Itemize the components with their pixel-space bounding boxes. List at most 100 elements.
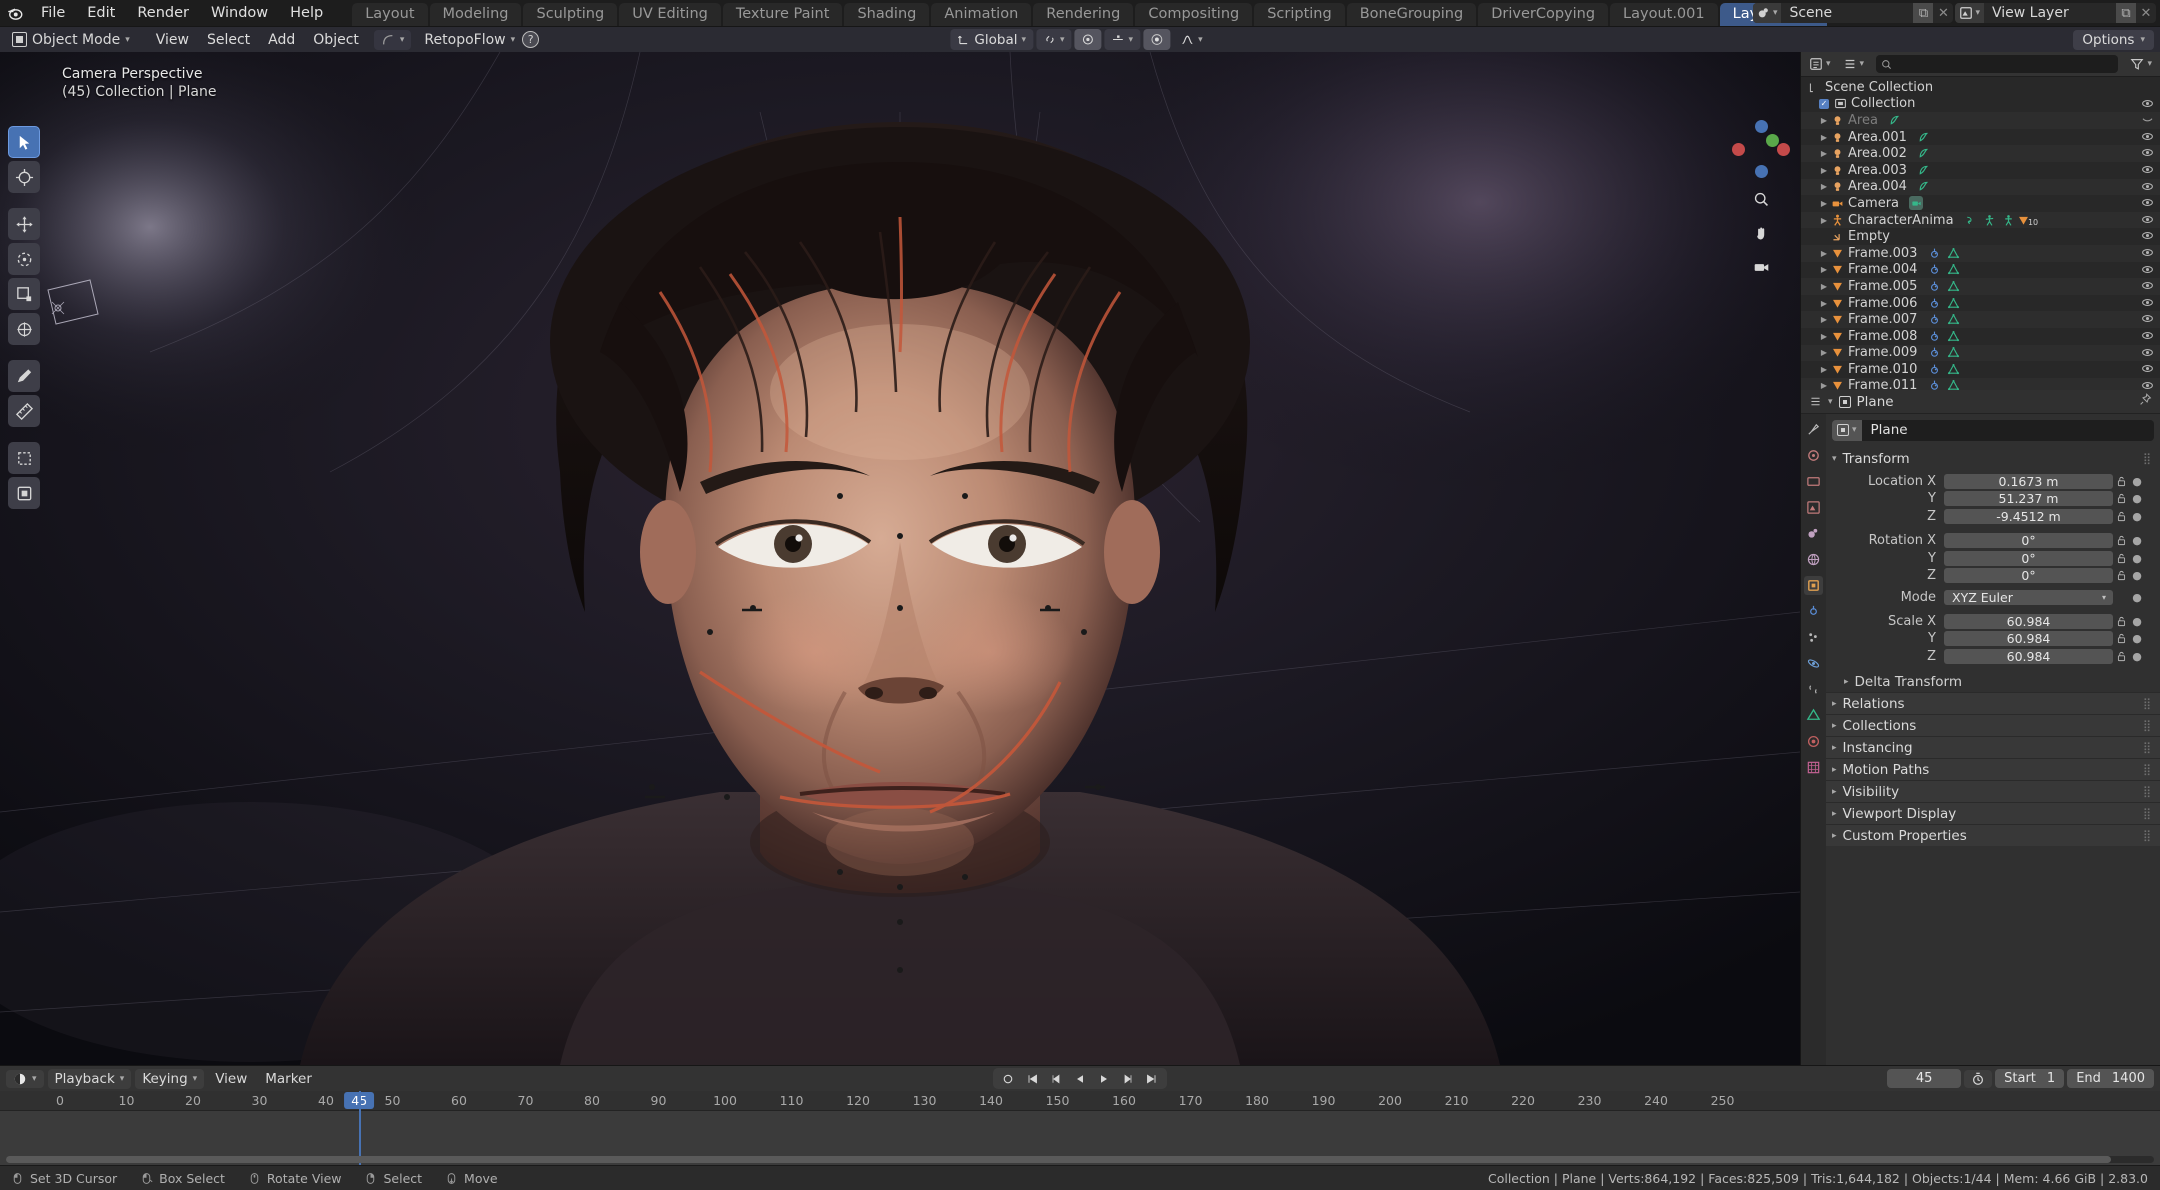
menu-edit[interactable]: Edit: [76, 2, 126, 24]
object-name-field[interactable]: Plane: [1862, 420, 2154, 441]
expand-triangle-icon[interactable]: ▶: [1818, 182, 1830, 191]
expand-triangle-icon[interactable]: ▶: [1818, 315, 1830, 324]
panel-drag-handle[interactable]: ⣿: [2143, 697, 2152, 710]
3d-viewport[interactable]: Camera Perspective (45) Collection | Pla…: [0, 52, 1800, 1065]
tool-tweak-select[interactable]: [8, 126, 40, 158]
scale-y-1-lock-icon[interactable]: [2113, 633, 2130, 644]
modifier-icon[interactable]: [1927, 279, 1941, 293]
axis-x-negative[interactable]: [1732, 143, 1745, 156]
constraint-icon[interactable]: [1964, 213, 1978, 227]
modifier-icon[interactable]: [1927, 313, 1941, 327]
panel-drag-handle[interactable]: ⣿: [2143, 719, 2152, 732]
transform-z-5-lock-icon[interactable]: [2113, 570, 2130, 581]
axis-z-negative[interactable]: [1755, 165, 1768, 178]
scale-y-1-field[interactable]: 60.984: [1944, 631, 2113, 646]
outliner-item-frame-011[interactable]: ▶Frame.011: [1801, 378, 2160, 390]
current-frame-field[interactable]: 45: [1887, 1069, 1961, 1088]
hide-in-viewport-toggle[interactable]: [2141, 296, 2154, 313]
panel-drag-handle[interactable]: ⣿: [2143, 763, 2152, 776]
tab-material[interactable]: [1804, 732, 1823, 751]
unlink-scene-icon[interactable]: ✕: [1933, 3, 1953, 23]
panel-drag-handle[interactable]: ⣿: [2143, 785, 2152, 798]
tool-transform[interactable]: [8, 313, 40, 345]
proportional-editing-circle-icon[interactable]: [1143, 29, 1170, 50]
panel-relations[interactable]: ▸Relations⣿: [1826, 692, 2160, 714]
transform-panel-header[interactable]: ▾ Transform ⣿: [1826, 448, 2160, 469]
menu-file[interactable]: File: [30, 2, 76, 24]
modifier-icon[interactable]: [1927, 379, 1941, 390]
outliner-item-area-003[interactable]: ▶Area.003: [1801, 162, 2160, 179]
outliner-item-characteranima[interactable]: ▶CharacterAnima10: [1801, 212, 2160, 229]
transform-y-4-animate-dot[interactable]: ●: [2130, 552, 2144, 565]
tool-measure[interactable]: [8, 395, 40, 427]
hide-in-viewport-toggle[interactable]: [2141, 196, 2154, 213]
transform-location-x-0-animate-dot[interactable]: ●: [2130, 475, 2144, 488]
light-data-icon[interactable]: [1917, 130, 1931, 144]
expand-triangle-icon[interactable]: ▶: [1818, 149, 1830, 158]
expand-triangle-icon[interactable]: ▶: [1818, 249, 1830, 258]
timeline-playback-menu[interactable]: Playback▾: [48, 1069, 132, 1089]
collection-checkbox[interactable]: ✓: [1819, 99, 1829, 109]
outliner-item-collection[interactable]: ✓Collection: [1801, 96, 2160, 113]
hide-in-viewport-toggle[interactable]: [2141, 379, 2154, 390]
panel-drag-handle[interactable]: ⣿: [2143, 452, 2152, 465]
animate-property-dot[interactable]: ●: [2130, 591, 2144, 604]
hide-in-viewport-toggle[interactable]: [2141, 213, 2154, 230]
scale-scale-x-0-animate-dot[interactable]: ●: [2130, 615, 2144, 628]
modifier-icon[interactable]: [1927, 362, 1941, 376]
scale-scale-x-0-field[interactable]: 60.984: [1944, 614, 2113, 629]
transform-rotation-x-3-lock-icon[interactable]: [2113, 535, 2130, 546]
play-button[interactable]: [1093, 1069, 1115, 1088]
object-datablock-icon[interactable]: ▾: [1832, 420, 1862, 441]
tab-tool[interactable]: [1804, 420, 1823, 439]
proportional-edit-toggle[interactable]: [1075, 29, 1102, 50]
workspace-tab-animation[interactable]: Animation: [931, 3, 1031, 26]
viewport-menu-object[interactable]: Object: [304, 30, 368, 50]
tool-extra[interactable]: [8, 477, 40, 509]
axis-x-positive[interactable]: [1777, 143, 1790, 156]
outliner-item-camera[interactable]: ▶Camera: [1801, 195, 2160, 212]
object-context-icon-dropdown[interactable]: ▾: [374, 30, 412, 50]
transform-orientation-selector[interactable]: Global ▾: [950, 29, 1033, 50]
panel-visibility[interactable]: ▸Visibility⣿: [1826, 780, 2160, 802]
mesh-data-icon[interactable]: [1946, 362, 1960, 376]
outliner-editor-type-icon[interactable]: ▾: [1805, 56, 1835, 72]
workspace-tab-texture-paint[interactable]: Texture Paint: [723, 3, 843, 26]
expand-triangle-icon[interactable]: ▶: [1818, 381, 1830, 390]
tab-modifiers[interactable]: [1804, 602, 1823, 621]
axis-z-positive[interactable]: [1755, 120, 1768, 133]
tab-particles[interactable]: [1804, 628, 1823, 647]
expand-triangle-icon[interactable]: ▶: [1818, 365, 1830, 374]
light-data-icon[interactable]: [1917, 180, 1931, 194]
hide-in-viewport-toggle[interactable]: [2141, 312, 2154, 329]
expand-triangle-icon[interactable]: ▶: [1818, 166, 1830, 175]
modifier-icon[interactable]: [1927, 246, 1941, 260]
viewport-menu-select[interactable]: Select: [198, 30, 259, 50]
timeline-track-area[interactable]: [0, 1111, 2160, 1165]
tool-cursor[interactable]: [8, 161, 40, 193]
tab-texture[interactable]: [1804, 758, 1823, 777]
outliner-item-frame-003[interactable]: ▶Frame.003: [1801, 245, 2160, 262]
hide-in-viewport-toggle[interactable]: [2141, 146, 2154, 163]
expand-triangle-icon[interactable]: ▶: [1818, 116, 1830, 125]
snapping-toggle[interactable]: ▾: [1036, 29, 1072, 50]
panel-collections[interactable]: ▸Collections⣿: [1826, 714, 2160, 736]
expand-triangle-icon[interactable]: ▶: [1818, 265, 1830, 274]
outliner-filter-icon[interactable]: ▾: [2126, 56, 2156, 72]
modifier-icon[interactable]: [1927, 263, 1941, 277]
menu-render[interactable]: Render: [126, 2, 200, 24]
panel-motion-paths[interactable]: ▸Motion Paths⣿: [1826, 758, 2160, 780]
remove-view-layer-icon[interactable]: ✕: [2136, 3, 2156, 23]
scale-z-2-field[interactable]: 60.984: [1944, 649, 2113, 664]
workspace-tab-rendering[interactable]: Rendering: [1033, 3, 1133, 26]
armature-data-icon[interactable]: [2002, 213, 2016, 227]
new-scene-icon[interactable]: ⧉: [1913, 3, 1933, 23]
outliner-item-frame-010[interactable]: ▶Frame.010: [1801, 361, 2160, 378]
transform-z-5-animate-dot[interactable]: ●: [2130, 569, 2144, 582]
scene-selector[interactable]: ▾ Scene ⧉ ✕: [1753, 3, 1954, 23]
timeline-editor-type-icon[interactable]: ▾: [6, 1070, 44, 1088]
pin-icon[interactable]: [2139, 393, 2152, 410]
hide-in-viewport-toggle[interactable]: [2141, 329, 2154, 346]
menu-window[interactable]: Window: [200, 2, 279, 24]
hide-in-viewport-toggle[interactable]: [2141, 246, 2154, 263]
